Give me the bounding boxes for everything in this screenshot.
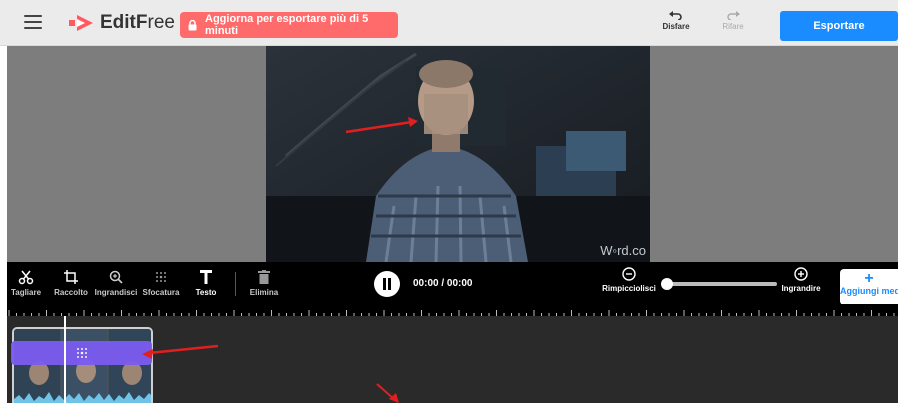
text-tool-button[interactable]: Testo	[181, 266, 231, 297]
zoom-in-icon	[91, 266, 141, 288]
blur-grid-icon	[77, 348, 87, 358]
zoom-in-button[interactable]: Ingrandire	[775, 267, 827, 293]
crop-tool-button[interactable]: Raccolto	[46, 266, 96, 297]
timeline-track-area[interactable]	[7, 316, 898, 403]
blur-region-bar[interactable]	[11, 341, 152, 365]
undo-icon	[669, 11, 682, 20]
plus-icon: +	[864, 270, 874, 287]
redo-label: Rifare	[722, 22, 744, 31]
undo-button[interactable]: Disfare	[656, 10, 696, 31]
video-clip[interactable]	[12, 327, 153, 403]
toolbar-separator	[235, 272, 236, 296]
crop-tool-label: Raccolto	[54, 288, 88, 297]
undo-label: Disfare	[662, 22, 690, 31]
zoom-tool-button[interactable]: Ingrandisci	[91, 266, 141, 297]
zoom-in-label: Ingrandire	[781, 284, 821, 293]
edit-toolbar: Tagliare Raccolto Ingrandisci Sfocatura …	[7, 262, 898, 305]
lock-icon	[188, 19, 197, 31]
app-logo[interactable]: EditFree	[68, 11, 175, 35]
video-preview[interactable]: W◦rd.co	[266, 46, 650, 262]
zoom-tool-label: Ingrandisci	[94, 288, 138, 297]
blur-icon	[136, 266, 186, 288]
zoom-plus-icon	[794, 267, 808, 281]
hamburger-menu-icon[interactable]	[24, 15, 42, 29]
playhead[interactable]	[64, 316, 66, 403]
top-header: EditFree Aggiorna per esportare più di 5…	[0, 0, 898, 46]
blur-tool-label: Sfocatura	[142, 288, 180, 297]
zoom-slider-knob[interactable]	[661, 278, 673, 290]
text-tool-label: Testo	[195, 288, 217, 297]
zoom-out-icon	[622, 267, 636, 281]
add-media-button[interactable]: + Aggiungi media	[840, 269, 898, 305]
redo-button[interactable]: Rifare	[713, 10, 753, 31]
text-icon	[181, 266, 231, 288]
upgrade-label: Aggiorna per esportare più di 5 minuti	[205, 13, 369, 37]
upgrade-button[interactable]: Aggiorna per esportare più di 5 minuti	[180, 12, 398, 38]
trash-icon	[239, 266, 289, 288]
logo-mark-icon	[69, 15, 93, 31]
zoom-slider[interactable]	[661, 278, 777, 290]
scissors-icon	[1, 266, 51, 288]
blur-tool-button[interactable]: Sfocatura	[136, 266, 186, 297]
video-watermark: W◦rd.co	[600, 243, 646, 258]
cut-tool-button[interactable]: Tagliare	[1, 266, 51, 297]
crop-icon	[46, 266, 96, 288]
delete-tool-button[interactable]: Elimina	[239, 266, 289, 297]
zoom-out-label: Rimpicciolisci	[602, 284, 656, 293]
preview-area: W◦rd.co	[7, 46, 898, 262]
zoom-out-button[interactable]: Rimpicciolisci	[600, 267, 658, 293]
add-media-label: Aggiungi media	[840, 286, 898, 296]
playback-time: 00:00 / 00:00	[413, 278, 473, 289]
ruler-ticks	[8, 310, 895, 316]
play-pause-button[interactable]	[374, 271, 400, 297]
pause-icon	[383, 278, 391, 290]
timeline-ruler[interactable]	[7, 304, 898, 316]
logo-text: EditFree	[100, 12, 175, 33]
video-frame-image	[266, 46, 650, 262]
delete-tool-label: Elimina	[249, 288, 279, 297]
cut-tool-label: Tagliare	[10, 288, 42, 297]
export-button[interactable]: Esportare	[780, 11, 898, 41]
redo-icon	[727, 11, 740, 20]
